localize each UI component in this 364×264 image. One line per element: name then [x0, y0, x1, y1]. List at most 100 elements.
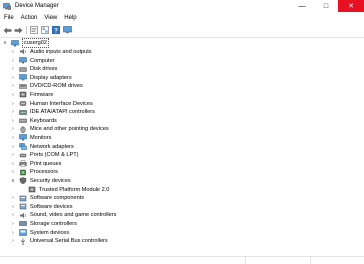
- tpm-icon: [28, 186, 36, 193]
- chevron-right-icon[interactable]: ›: [10, 117, 16, 125]
- chevron-right-icon[interactable]: ›: [10, 151, 16, 159]
- mouse-icon: [19, 126, 27, 133]
- storage-icon: [19, 220, 27, 227]
- chevron-right-icon[interactable]: ›: [10, 134, 16, 142]
- tree-item-label: Computer: [30, 57, 55, 64]
- tree-item-label: Ports (COM & LPT): [30, 152, 79, 159]
- help-icon[interactable]: ?: [51, 25, 61, 35]
- tree-item[interactable]: › Sound, video and game controllers: [10, 211, 116, 220]
- properties-icon[interactable]: [29, 25, 39, 35]
- tree-item[interactable]: › Audio inputs and outputs: [10, 48, 91, 57]
- status-cell-2: [246, 257, 311, 264]
- tree-item[interactable]: › Mice and other pointing devices: [10, 125, 109, 134]
- window-title: Device Manager: [15, 3, 59, 9]
- chevron-right-icon[interactable]: ›: [10, 91, 16, 99]
- menu-file[interactable]: File: [0, 15, 17, 21]
- tree-item[interactable]: › Universal Serial Bus controllers: [10, 237, 108, 246]
- window-controls: — □ ✕: [290, 0, 364, 12]
- tree-item[interactable]: › Computer: [10, 56, 55, 65]
- tree-item[interactable]: › Disk drives: [10, 65, 57, 74]
- chevron-right-icon[interactable]: ›: [10, 108, 16, 116]
- tree-item[interactable]: › Keyboards: [10, 117, 57, 126]
- back-arrow-icon[interactable]: [2, 25, 12, 35]
- tree-item-label: Processors: [30, 169, 58, 176]
- tree-item-label: Print queues: [30, 160, 62, 167]
- tree-child-item[interactable]: Trusted Platform Module 2.0: [28, 185, 109, 194]
- audio-icon: [19, 48, 27, 55]
- close-icon: ✕: [348, 3, 354, 10]
- tree-item[interactable]: › IDE ATA/ATAPI controllers: [10, 108, 95, 117]
- minimize-button[interactable]: —: [290, 0, 314, 12]
- tree-item-label: Monitors: [30, 134, 52, 141]
- menu-help[interactable]: Help: [61, 15, 80, 21]
- tree-item-label: Universal Serial Bus controllers: [30, 238, 108, 245]
- dvd-icon: [19, 83, 27, 90]
- tree-item[interactable]: › Software devices: [10, 203, 73, 212]
- tree-item[interactable]: › Network adapters: [10, 142, 74, 151]
- status-cell-3: [311, 257, 364, 264]
- software-icon: [19, 203, 27, 210]
- tree-item-label: Software devices: [30, 203, 73, 210]
- tree-item[interactable]: › Print queues: [10, 160, 61, 169]
- tree-item[interactable]: ∨ Security devices: [10, 177, 71, 186]
- processor-icon: [19, 169, 27, 176]
- minimize-icon: —: [298, 2, 306, 10]
- chevron-right-icon[interactable]: ›: [10, 203, 16, 211]
- chevron-right-icon[interactable]: ›: [10, 160, 16, 168]
- tree-item-label: Security devices: [30, 177, 71, 184]
- tree-item-label: Human Interface Devices: [30, 100, 93, 107]
- maximize-button[interactable]: □: [314, 0, 338, 12]
- tree-item[interactable]: › Human Interface Devices: [10, 99, 93, 108]
- menu-action[interactable]: Action: [17, 15, 41, 21]
- forward-arrow-icon[interactable]: [13, 25, 23, 35]
- device-tree: ∨ cuserg02 › Audio inputs and outputs › Com…: [0, 37, 364, 255]
- chevron-right-icon[interactable]: ›: [10, 143, 16, 151]
- chevron-right-icon[interactable]: ›: [10, 74, 16, 82]
- chevron-right-icon[interactable]: ›: [10, 57, 16, 65]
- monitor-icon[interactable]: [62, 25, 72, 35]
- chevron-right-icon[interactable]: ›: [10, 211, 16, 219]
- tree-item-label: IDE ATA/ATAPI controllers: [30, 109, 95, 116]
- disk-icon: [19, 66, 27, 73]
- show-hidden-icon[interactable]: [40, 25, 50, 35]
- tree-item[interactable]: › System devices: [10, 228, 69, 237]
- tree-item-label: Software components: [30, 195, 85, 202]
- chevron-right-icon[interactable]: ›: [10, 229, 16, 237]
- chevron-down-icon[interactable]: ∨: [2, 39, 8, 47]
- usb-icon: [19, 238, 27, 245]
- chevron-right-icon[interactable]: ›: [10, 48, 16, 56]
- tree-item[interactable]: › Software components: [10, 194, 84, 203]
- tree-item[interactable]: › Ports (COM & LPT): [10, 151, 78, 160]
- network-icon: [19, 143, 27, 150]
- computer-icon: [19, 57, 27, 64]
- tree-item[interactable]: › Display adapters: [10, 74, 72, 83]
- chevron-right-icon[interactable]: ›: [10, 237, 16, 245]
- tree-item[interactable]: › Processors: [10, 168, 58, 177]
- chevron-right-icon[interactable]: ›: [10, 168, 16, 176]
- chevron-down-icon[interactable]: ∨: [10, 177, 16, 185]
- chevron-right-icon[interactable]: ›: [10, 220, 16, 228]
- status-bar: [0, 256, 364, 264]
- firmware-icon: [19, 91, 27, 98]
- toolbar: ?: [0, 24, 364, 36]
- chevron-right-icon[interactable]: ›: [10, 125, 16, 133]
- toolbar-separator: [26, 26, 27, 34]
- chevron-right-icon[interactable]: ›: [10, 65, 16, 73]
- chevron-right-icon[interactable]: ›: [10, 194, 16, 202]
- software-icon: [19, 195, 27, 202]
- tree-item[interactable]: › Monitors: [10, 134, 51, 143]
- tree-item[interactable]: › DVD/CD-ROM drives: [10, 82, 83, 91]
- tree-item[interactable]: › Storage controllers: [10, 220, 77, 229]
- tree-item-label: Firmware: [30, 91, 54, 98]
- tree-item[interactable]: › Firmware: [10, 91, 53, 100]
- menu-view[interactable]: View: [41, 15, 61, 21]
- tree-root[interactable]: ∨ cuserg02: [2, 38, 50, 49]
- close-button[interactable]: ✕: [338, 0, 364, 12]
- tree-item-label: Keyboards: [30, 117, 57, 124]
- chevron-right-icon[interactable]: ›: [10, 82, 16, 90]
- port-icon: [19, 152, 27, 159]
- maximize-icon: □: [323, 2, 329, 10]
- printer-icon: [19, 160, 27, 167]
- tree-item-label: Sound, video and game controllers: [30, 212, 117, 219]
- chevron-right-icon[interactable]: ›: [10, 100, 16, 108]
